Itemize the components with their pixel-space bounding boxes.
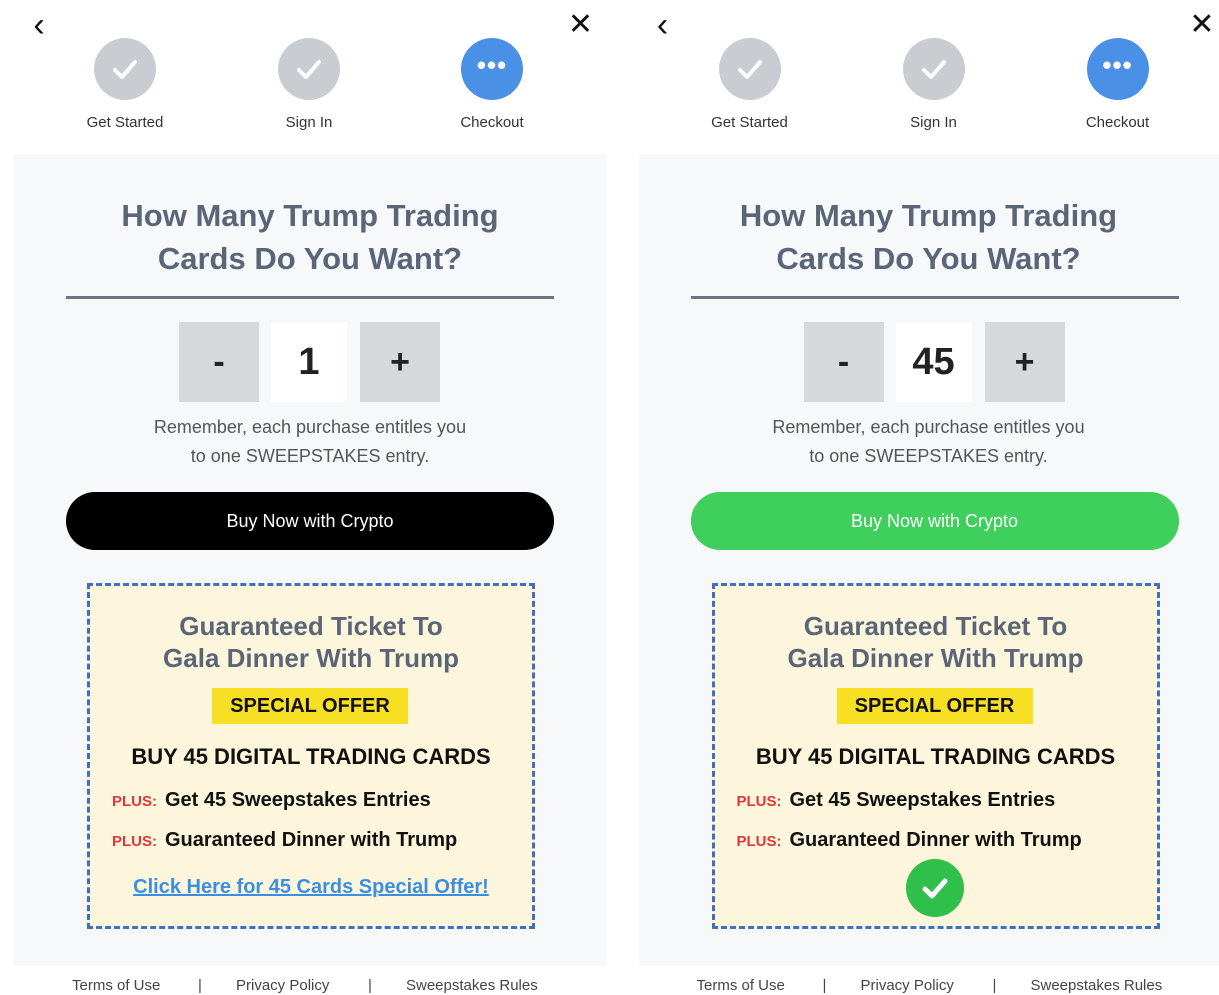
offer-title: Guaranteed Ticket To Gala Dinner With Tr… <box>90 610 532 674</box>
special-offer-box-selected[interactable]: Guaranteed Ticket To Gala Dinner With Tr… <box>711 583 1160 929</box>
step-label: Sign In <box>285 114 333 131</box>
plus-label: PLUS: <box>112 793 157 810</box>
quantity-stepper: - 45 + <box>639 322 1219 402</box>
sweepstakes-reminder: Remember, each purchase entitles you to … <box>14 413 606 471</box>
offer-benefit-line: PLUS: Guaranteed Dinner with Trump <box>112 829 457 852</box>
offer-title: Guaranteed Ticket To Gala Dinner With Tr… <box>715 610 1157 674</box>
benefit-text: Guaranteed Dinner with Trump <box>165 829 458 851</box>
step-label: Sign In <box>910 114 957 131</box>
page-title: How Many Trump Trading Cards Do You Want… <box>14 194 606 280</box>
title-line: How Many Trump Trading <box>739 198 1118 233</box>
sweepstakes-reminder: Remember, each purchase entitles you to … <box>639 413 1219 471</box>
step-checkout: ••• Checkout <box>412 38 572 131</box>
screens: ‹ ✕ Get Started Sign In ••• Checkout How… <box>0 0 1219 995</box>
title-line: Cards Do You Want? <box>157 241 463 276</box>
reminder-line: to one SWEEPSTAKES entry. <box>190 446 430 466</box>
step-sign-in: Sign In <box>854 38 1014 131</box>
buy-now-crypto-button[interactable]: Buy Now with Crypto <box>690 492 1179 550</box>
plus-label: PLUS: <box>736 833 782 850</box>
step-label: Checkout <box>460 114 524 131</box>
step-label: Checkout <box>1085 114 1150 131</box>
privacy-policy-link[interactable]: Privacy Policy <box>861 977 954 994</box>
checkout-screen-quantity-1: ‹ ✕ Get Started Sign In ••• Checkout How… <box>0 0 610 995</box>
reminder-line: Remember, each purchase entitles you <box>772 417 1085 437</box>
divider <box>690 296 1179 299</box>
terms-of-use-link[interactable]: Terms of Use <box>697 977 785 994</box>
terms-of-use-link[interactable]: Terms of Use <box>72 977 160 994</box>
offer-title-line: Guaranteed Ticket To <box>179 611 443 641</box>
special-offer-badge: SPECIAL OFFER <box>212 688 408 724</box>
increase-quantity-button[interactable]: + <box>984 322 1065 402</box>
step-complete-check-icon <box>902 38 965 100</box>
offer-headline: BUY 45 DIGITAL TRADING CARDS <box>131 744 491 769</box>
check-icon <box>905 859 964 917</box>
checkout-card: How Many Trump Trading Cards Do You Want… <box>14 154 606 966</box>
special-offer-badge: SPECIAL OFFER <box>836 688 1033 724</box>
decrease-quantity-button[interactable]: - <box>179 322 259 402</box>
back-chevron-icon[interactable]: ‹ <box>22 8 56 42</box>
benefit-text: Guaranteed Dinner with Trump <box>789 829 1082 851</box>
decrease-quantity-button[interactable]: - <box>803 322 884 402</box>
page-title: How Many Trump Trading Cards Do You Want… <box>639 194 1219 280</box>
close-icon[interactable]: ✕ <box>564 8 598 42</box>
footer-links: Terms of Use | Privacy Policy | Sweepsta… <box>610 977 1219 995</box>
increase-quantity-button[interactable]: + <box>360 322 440 402</box>
back-chevron-icon[interactable]: ‹ <box>646 8 680 42</box>
reminder-line: Remember, each purchase entitles you <box>153 417 467 437</box>
offer-title-line: Gala Dinner With Trump <box>787 643 1084 673</box>
title-line: Cards Do You Want? <box>776 241 1081 276</box>
special-offer-box[interactable]: Guaranteed Ticket To Gala Dinner With Tr… <box>87 583 535 929</box>
checkout-card: How Many Trump Trading Cards Do You Want… <box>638 154 1219 966</box>
benefit-text: Get 45 Sweepstakes Entries <box>789 789 1056 811</box>
offer-title-line: Gala Dinner With Trump <box>163 643 459 673</box>
step-get-started: Get Started <box>670 38 830 131</box>
close-icon[interactable]: ✕ <box>1185 8 1219 42</box>
benefit-text: Get 45 Sweepstakes Entries <box>165 789 431 811</box>
step-checkout: ••• Checkout <box>1038 38 1198 131</box>
footer-links: Terms of Use | Privacy Policy | Sweepsta… <box>0 977 610 995</box>
step-complete-check-icon <box>718 38 781 100</box>
offer-headline: BUY 45 DIGITAL TRADING CARDS <box>755 744 1116 769</box>
sweepstakes-rules-link[interactable]: Sweepstakes Rules <box>1031 977 1163 994</box>
offer-benefit-line: PLUS: Get 45 Sweepstakes Entries <box>737 789 1056 812</box>
title-line: How Many Trump Trading <box>121 198 499 233</box>
step-complete-check-icon <box>94 38 156 100</box>
footer-separator: | <box>992 977 997 994</box>
offer-benefit-line: PLUS: Guaranteed Dinner with Trump <box>737 829 1082 852</box>
step-get-started: Get Started <box>45 38 205 131</box>
footer-separator: | <box>368 977 372 994</box>
step-label: Get Started <box>711 114 788 131</box>
buy-now-crypto-button[interactable]: Buy Now with Crypto <box>66 492 554 550</box>
offer-title-line: Guaranteed Ticket To <box>803 611 1068 641</box>
progress-steps: Get Started Sign In ••• Checkout <box>610 38 1219 138</box>
quantity-field[interactable]: 45 <box>895 322 972 402</box>
reminder-line: to one SWEEPSTAKES entry. <box>809 446 1048 466</box>
footer-separator: | <box>822 977 827 994</box>
step-sign-in: Sign In <box>229 38 389 131</box>
step-current-dots-icon: ••• <box>461 38 523 100</box>
checkout-screen-quantity-45: ‹ ✕ Get Started Sign In ••• Checkout How… <box>609 0 1219 995</box>
special-offer-link[interactable]: Click Here for 45 Cards Special Offer! <box>90 876 532 899</box>
sweepstakes-rules-link[interactable]: Sweepstakes Rules <box>406 977 538 994</box>
progress-steps: Get Started Sign In ••• Checkout <box>0 38 610 138</box>
plus-label: PLUS: <box>736 793 782 810</box>
footer-separator: | <box>198 977 202 994</box>
divider <box>66 296 554 299</box>
step-complete-check-icon <box>278 38 340 100</box>
privacy-policy-link[interactable]: Privacy Policy <box>236 977 329 994</box>
quantity-stepper: - 1 + <box>14 322 606 402</box>
offer-benefit-line: PLUS: Get 45 Sweepstakes Entries <box>112 789 431 812</box>
quantity-field[interactable]: 1 <box>271 322 347 402</box>
step-current-dots-icon: ••• <box>1086 38 1149 100</box>
plus-label: PLUS: <box>112 833 157 850</box>
step-label: Get Started <box>86 114 164 131</box>
